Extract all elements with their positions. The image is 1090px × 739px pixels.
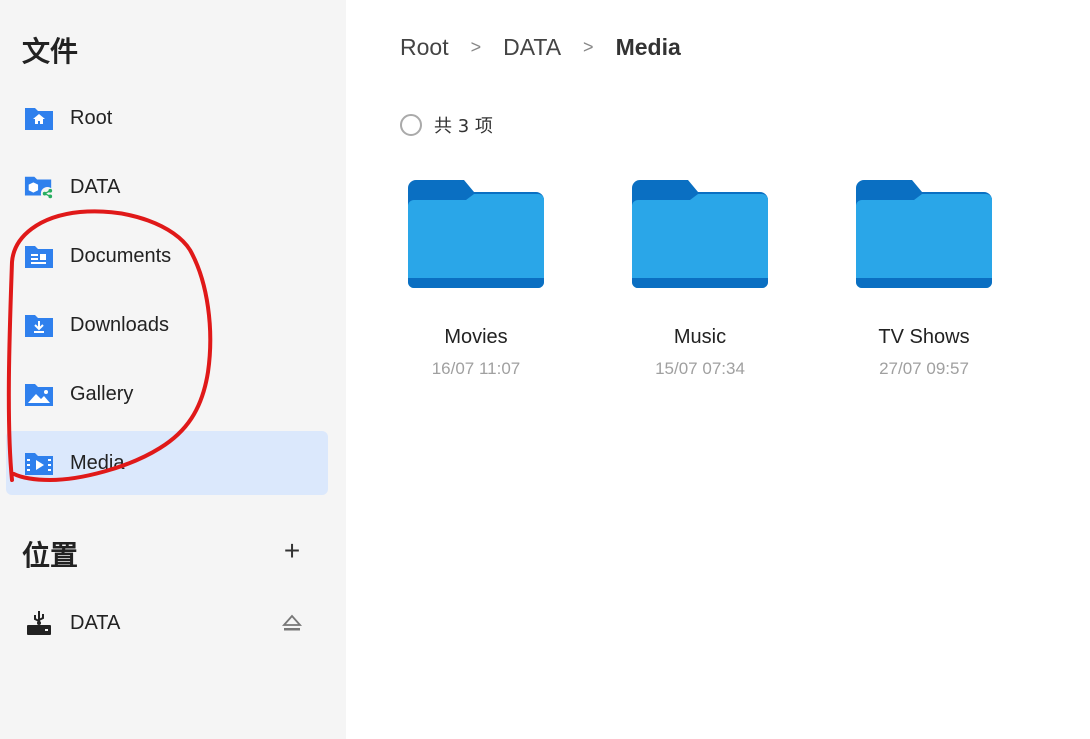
sidebar-item-label: Downloads: [70, 313, 169, 336]
sidebar-item-root[interactable]: Root: [6, 86, 328, 150]
folder-date: 27/07 09:57: [879, 359, 969, 378]
folder-date: 16/07 11:07: [431, 359, 521, 378]
breadcrumb-media: Media: [615, 34, 681, 60]
sidebar-item-downloads[interactable]: Downloads: [6, 293, 328, 357]
folder-icon: [408, 180, 544, 288]
home-folder-icon: [24, 103, 54, 133]
documents-folder-icon: [24, 241, 54, 271]
sidebar-item-data[interactable]: DATA: [6, 155, 328, 219]
locations-section-title: 位置: [22, 539, 79, 572]
folder-icon: [856, 180, 992, 288]
folder-item-tv-shows[interactable]: TV Shows 27/07 09:57: [834, 180, 1014, 379]
sidebar: 文件 Root DATA Documents Downloads Gallery: [0, 0, 346, 739]
sidebar-item-label: Root: [70, 106, 113, 129]
eject-icon[interactable]: [280, 612, 304, 636]
gallery-icon: [24, 379, 54, 409]
folder-item-music[interactable]: Music 15/07 07:34: [610, 180, 790, 379]
sidebar-item-label: DATA: [70, 175, 121, 198]
folder-name: TV Shows: [878, 326, 970, 348]
breadcrumb-data[interactable]: DATA: [503, 34, 561, 61]
files-section-title: 文件: [22, 35, 79, 68]
sidebar-item-label: Gallery: [70, 382, 134, 405]
folder-icon: [632, 180, 768, 288]
sidebar-item-label: Documents: [70, 244, 172, 267]
folder-item-movies[interactable]: Movies 16/07 11:07: [386, 180, 566, 379]
folder-date: 15/07 07:34: [655, 359, 745, 378]
breadcrumb: Root > DATA > Media: [400, 34, 681, 61]
select-all-radio[interactable]: [400, 114, 422, 136]
media-folder-icon: [24, 448, 54, 478]
sidebar-item-documents[interactable]: Documents: [6, 224, 328, 288]
select-all[interactable]: 共 3 项: [400, 112, 493, 138]
breadcrumb-separator: >: [583, 37, 594, 57]
breadcrumb-separator: >: [470, 37, 482, 57]
sidebar-item-media[interactable]: Media: [6, 431, 328, 495]
folder-name: Movies: [444, 326, 508, 348]
item-count: 共 3 项: [434, 116, 493, 137]
downloads-folder-icon: [24, 310, 54, 340]
breadcrumb-root[interactable]: Root: [400, 34, 449, 61]
sidebar-item-label: DATA: [70, 611, 121, 634]
add-location-button[interactable]: +: [278, 535, 306, 566]
folder-name: Music: [673, 326, 727, 348]
shared-folder-icon: [24, 172, 54, 202]
sidebar-item-label: Media: [70, 451, 125, 474]
sidebar-item-gallery[interactable]: Gallery: [6, 362, 328, 426]
usb-drive-icon: [24, 608, 54, 638]
